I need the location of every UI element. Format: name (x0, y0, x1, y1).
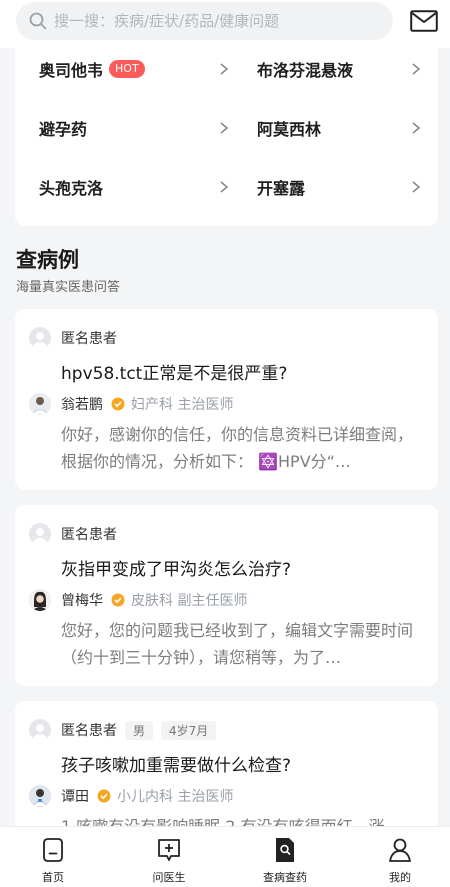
doctor-row: 谭田 小儿内科 主治医师 (29, 785, 233, 807)
user-icon (389, 838, 411, 862)
consult-icon (158, 839, 180, 861)
case-card[interactable]: 匿名患者 灰指甲变成了甲沟炎怎么治疗? 曾梅华 皮肤科 副主任医师 您好，您的问… (15, 505, 438, 686)
hot-drug-list: 奥司他韦 HOT 布洛芬混悬液 避孕药 阿莫西林 头孢克洛 开塞露 (15, 40, 438, 226)
doctor-avatar (29, 393, 51, 415)
doctor-name: 翁若鹏 (61, 397, 103, 413)
drug-name: 阿莫西林 (257, 120, 322, 139)
tab-label: 首页 (42, 871, 64, 884)
asker-row: 匿名患者 (29, 327, 117, 349)
verified-icon (111, 593, 125, 607)
gender-tag: 男 (125, 720, 154, 740)
asker-name: 匿名患者 (61, 331, 117, 347)
drug-name: 奥司他韦 (39, 61, 104, 80)
section-title: 查病例 (16, 248, 79, 272)
tab-label: 我的 (389, 871, 411, 884)
doctor-department: 小儿内科 主治医师 (117, 789, 234, 805)
home-icon (43, 838, 63, 862)
case-card[interactable]: 匿名患者 hpv58.tct正常是不是很严重? 翁若鹏 妇产科 主治医师 你好，… (15, 309, 438, 490)
search-document-icon (276, 838, 294, 862)
asker-name: 匿名患者 (61, 723, 117, 739)
doctor-avatar (29, 785, 51, 807)
drug-item-glycerin[interactable]: 开塞露 (257, 167, 437, 207)
chevron-right-icon (412, 63, 421, 75)
top-bar (0, 0, 450, 48)
anonymous-avatar (29, 327, 51, 349)
drug-item-ibuprofen[interactable]: 布洛芬混悬液 (257, 49, 437, 89)
doctor-department: 皮肤科 副主任医师 (131, 593, 248, 609)
tab-label: 查病查药 (263, 871, 307, 884)
case-question: 孩子咳嗽加重需要做什么检查? (61, 756, 292, 776)
chevron-right-icon (220, 63, 229, 75)
search-input[interactable] (54, 12, 374, 30)
verified-icon (97, 789, 111, 803)
section-subtitle: 海量真实医患问答 (16, 280, 121, 295)
anonymous-avatar (29, 523, 51, 545)
chevron-right-icon (412, 122, 421, 134)
drug-name: 头孢克洛 (39, 179, 104, 198)
drug-item-contraceptive[interactable]: 避孕药 (39, 108, 229, 148)
drug-item-cefaclor[interactable]: 头孢克洛 (39, 167, 229, 207)
answer-preview: 您好，您的问题我已经收到了，编辑文字需要时间（约十到三十分钟），请您稍等，为了… (61, 621, 414, 667)
tab-disease-drug-search[interactable]: 查病查药 (240, 827, 330, 887)
anonymous-avatar (29, 719, 51, 741)
drug-name: 开塞露 (257, 179, 306, 198)
bottom-tab-bar: 首页 问医生 查病查药 我的 (0, 826, 450, 887)
verified-icon (111, 397, 125, 411)
asker-row: 匿名患者 男 4岁7月 (29, 719, 217, 741)
asker-name: 匿名患者 (61, 527, 117, 543)
drug-name: 布洛芬混悬液 (257, 61, 354, 80)
doctor-name: 曾梅华 (61, 593, 103, 609)
search-icon (29, 12, 47, 30)
chevron-right-icon (412, 181, 421, 193)
case-question: 灰指甲变成了甲沟炎怎么治疗? (61, 560, 292, 580)
doctor-row: 曾梅华 皮肤科 副主任医师 (29, 589, 247, 611)
drug-item-oseltamivir[interactable]: 奥司他韦 HOT (39, 49, 229, 89)
doctor-name: 谭田 (61, 789, 89, 805)
mail-icon[interactable] (410, 10, 438, 32)
tab-profile[interactable]: 我的 (355, 827, 445, 887)
hot-badge: HOT (109, 60, 145, 78)
chevron-right-icon (220, 122, 229, 134)
chevron-right-icon (220, 181, 229, 193)
age-tag: 4岁7月 (161, 720, 217, 740)
answer-preview: 你好，感谢你的信任，你的信息资料已详细查阅，根据你的情况，分析如下： 🔯HPV分… (61, 425, 414, 471)
case-question: hpv58.tct正常是不是很严重? (61, 364, 288, 384)
tab-ask-doctor[interactable]: 问医生 (124, 827, 214, 887)
asker-row: 匿名患者 (29, 523, 117, 545)
doctor-row: 翁若鹏 妇产科 主治医师 (29, 393, 233, 415)
tab-label: 问医生 (152, 871, 186, 884)
drug-item-amoxicillin[interactable]: 阿莫西林 (257, 108, 437, 148)
doctor-avatar (29, 589, 51, 611)
search-bar[interactable] (16, 2, 393, 40)
drug-name: 避孕药 (39, 120, 88, 139)
tab-home[interactable]: 首页 (8, 827, 98, 887)
doctor-department: 妇产科 主治医师 (131, 397, 234, 413)
